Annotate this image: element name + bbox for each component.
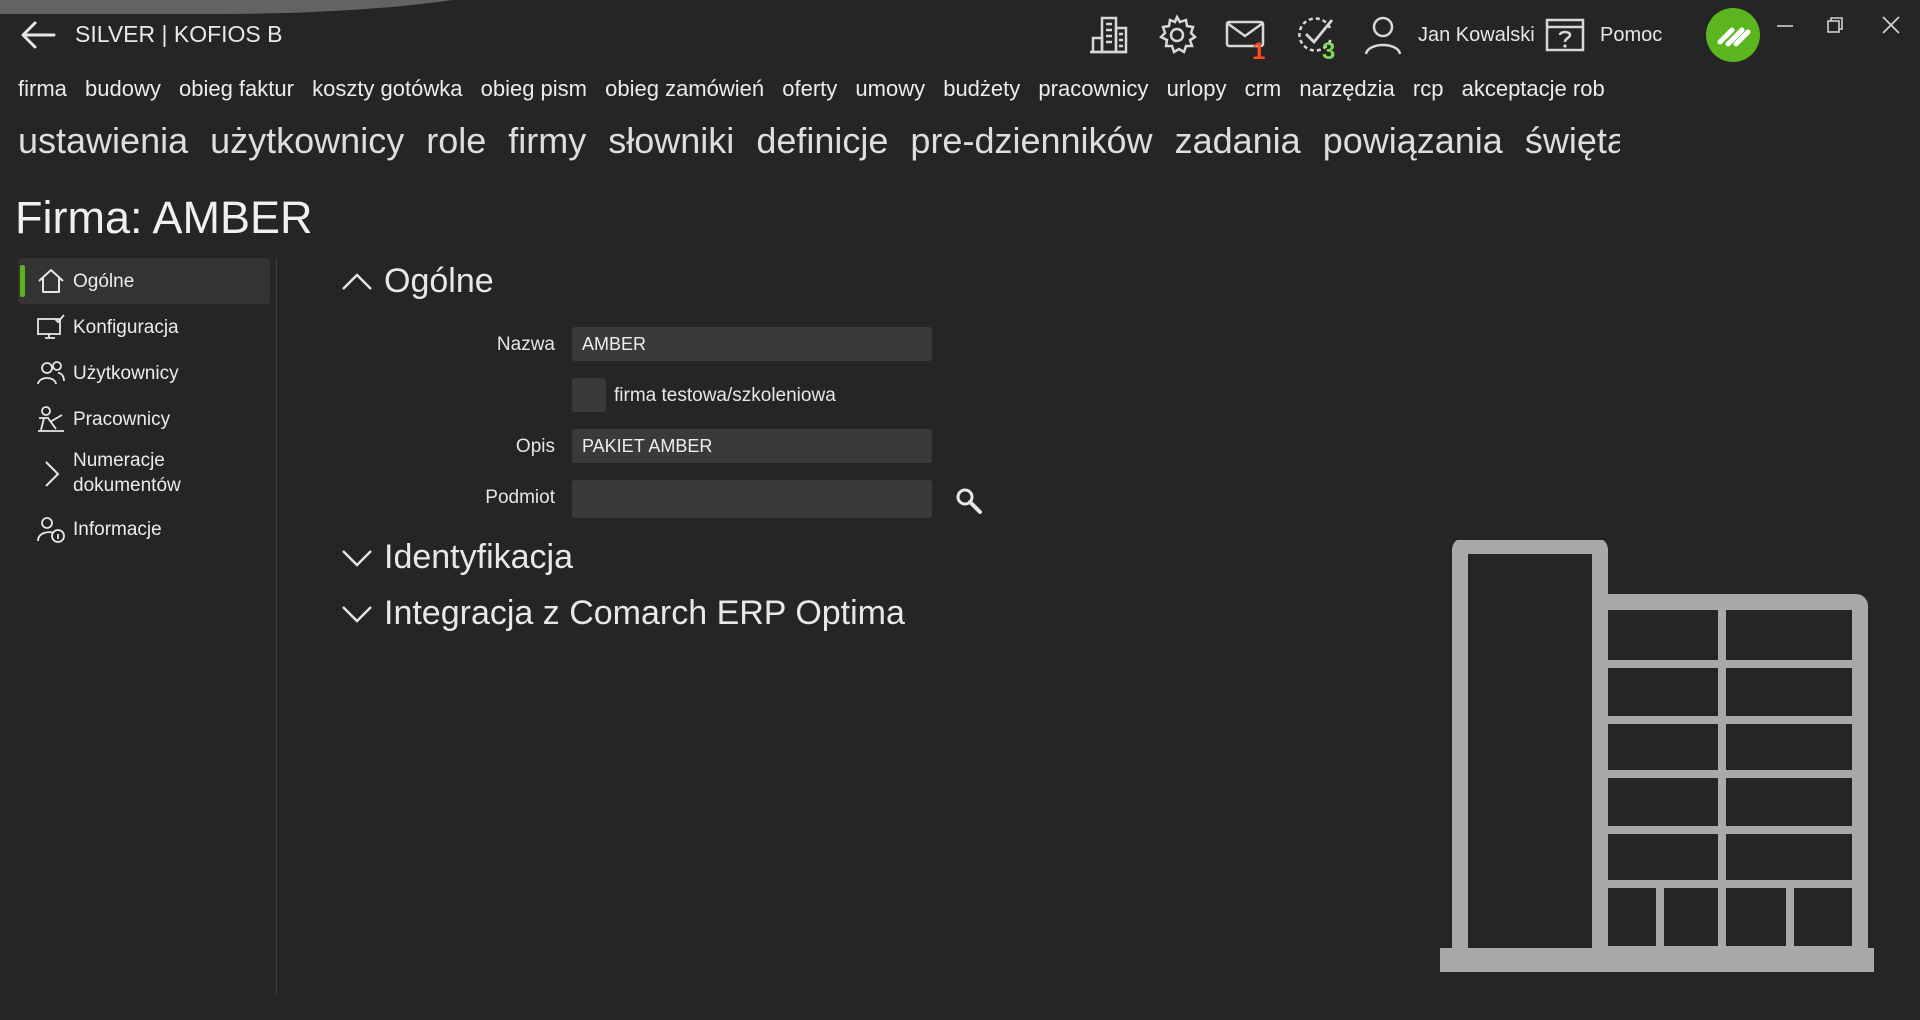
user-name[interactable]: Jan Kowalski xyxy=(1418,24,1535,47)
user-info-icon xyxy=(37,517,65,543)
menu-item[interactable]: rcp xyxy=(1413,76,1444,101)
mail-count-badge: 1 xyxy=(1252,38,1266,65)
subject-label: Podmiot xyxy=(485,487,555,508)
sidebar-item-numeracje[interactable]: Numeracje dokumentów xyxy=(18,442,270,506)
description-field[interactable] xyxy=(572,429,932,463)
submenu-item[interactable]: powiązania xyxy=(1323,120,1503,161)
sidebar-item-uzytkownicy[interactable]: Użytkownicy xyxy=(18,350,270,396)
monitor-check-icon xyxy=(37,314,65,339)
sidebar-item-label: Użytkownicy xyxy=(73,362,179,384)
menu-item[interactable]: crm xyxy=(1245,76,1282,101)
submenu-item[interactable]: firmy xyxy=(508,120,586,161)
building-illustration-icon xyxy=(1440,540,1874,972)
submenu-item[interactable]: święta xyxy=(1525,120,1620,161)
chevron-right-icon xyxy=(45,461,60,487)
submenu-item[interactable]: definicje xyxy=(756,120,888,161)
home-icon xyxy=(38,269,64,293)
sidebar-item-label: Konfiguracja xyxy=(73,316,179,338)
menu-item[interactable]: urlopy xyxy=(1167,76,1227,101)
name-field[interactable] xyxy=(572,327,932,361)
sidebar-item-label: Informacje xyxy=(73,518,162,540)
worker-icon xyxy=(38,406,64,432)
menu-item[interactable]: budżety xyxy=(943,76,1020,101)
submenu-item[interactable]: role xyxy=(426,120,486,161)
section-general-header[interactable]: Ogólne xyxy=(340,262,494,301)
sidebar-divider xyxy=(276,258,277,996)
chevron-down-icon xyxy=(342,605,372,623)
menu-item[interactable]: obieg faktur xyxy=(179,76,294,101)
close-icon[interactable] xyxy=(1876,10,1906,40)
chevron-down-icon xyxy=(342,549,372,567)
sidebar-item-label: Ogólne xyxy=(73,270,135,292)
sidebar-item-konfiguracja[interactable]: Konfiguracja xyxy=(18,304,270,350)
sidebar-item-label: Numeracje dokumentów xyxy=(73,448,181,498)
main-menu: firma budowy obieg faktur koszty gotówka… xyxy=(18,76,1620,102)
sidebar-item-pracownicy[interactable]: Pracownicy xyxy=(18,396,270,442)
name-label: Nazwa xyxy=(496,334,555,355)
app-title: SILVER | KOFIOS B xyxy=(75,21,283,47)
test-company-checkbox[interactable] xyxy=(572,378,606,412)
restore-icon[interactable] xyxy=(1820,10,1850,40)
menu-item[interactable]: firma xyxy=(18,76,67,101)
submenu-item[interactable]: ustawienia xyxy=(18,120,188,161)
menu-item[interactable]: obieg pism xyxy=(481,76,587,101)
section-title: Integracja z Comarch ERP Optima xyxy=(384,594,905,632)
user-icon[interactable] xyxy=(1362,14,1404,56)
tasks-count-badge: 3 xyxy=(1322,38,1336,65)
page-title: Firma: AMBER xyxy=(15,192,313,243)
back-arrow-icon[interactable] xyxy=(18,17,58,53)
submenu-item[interactable]: pre-dzienników xyxy=(910,120,1152,161)
sidebar-item-ogolne[interactable]: Ogólne xyxy=(18,258,270,304)
submenu-item[interactable]: słowniki xyxy=(608,120,734,161)
subject-field[interactable] xyxy=(572,480,932,518)
menu-item[interactable]: umowy xyxy=(855,76,925,101)
sidebar-item-informacje[interactable]: Informacje xyxy=(18,506,270,552)
help-window-icon[interactable] xyxy=(1544,16,1586,56)
chevron-up-icon xyxy=(342,272,372,290)
submenu-item[interactable]: użytkownicy xyxy=(210,120,404,161)
sub-menu: ustawienia użytkownicy role firmy słowni… xyxy=(18,120,1620,162)
menu-item[interactable]: akceptacje rob xyxy=(1462,76,1605,101)
menu-item[interactable]: pracownicy xyxy=(1038,76,1148,101)
users-icon xyxy=(37,361,65,385)
logo-icon xyxy=(1706,8,1760,62)
description-label: Opis xyxy=(515,436,555,457)
sidebar-item-label: Pracownicy xyxy=(73,408,171,430)
section-identification-header[interactable]: Identyfikacja xyxy=(340,538,573,577)
menu-item[interactable]: budowy xyxy=(85,76,161,101)
help-link[interactable]: Pomoc xyxy=(1600,24,1662,47)
section-integration-header[interactable]: Integracja z Comarch ERP Optima xyxy=(340,594,905,633)
section-title: Ogólne xyxy=(384,262,494,300)
gear-icon[interactable] xyxy=(1156,14,1198,56)
section-title: Identyfikacja xyxy=(384,538,573,576)
search-icon[interactable] xyxy=(954,486,984,516)
menu-item[interactable]: koszty gotówka xyxy=(312,76,462,101)
building-icon[interactable] xyxy=(1088,14,1128,56)
sidebar-item-label-line1: Numeracje xyxy=(73,450,165,471)
menu-item[interactable]: obieg zamówień xyxy=(605,76,764,101)
menu-item[interactable]: oferty xyxy=(782,76,837,101)
sidebar-item-label-line2: dokumentów xyxy=(73,475,181,496)
test-company-label: firma testowa/szkoleniowa xyxy=(614,385,836,406)
minimize-icon[interactable] xyxy=(1770,10,1800,40)
sidebar: Ogólne Konfiguracja Użytkownicy Pracowni… xyxy=(18,258,270,552)
menu-item[interactable]: narzędzia xyxy=(1299,76,1394,101)
title-bar: SILVER | KOFIOS B 1 3 Jan Kowalski Pomoc xyxy=(0,0,1920,70)
submenu-item[interactable]: zadania xyxy=(1175,120,1301,161)
